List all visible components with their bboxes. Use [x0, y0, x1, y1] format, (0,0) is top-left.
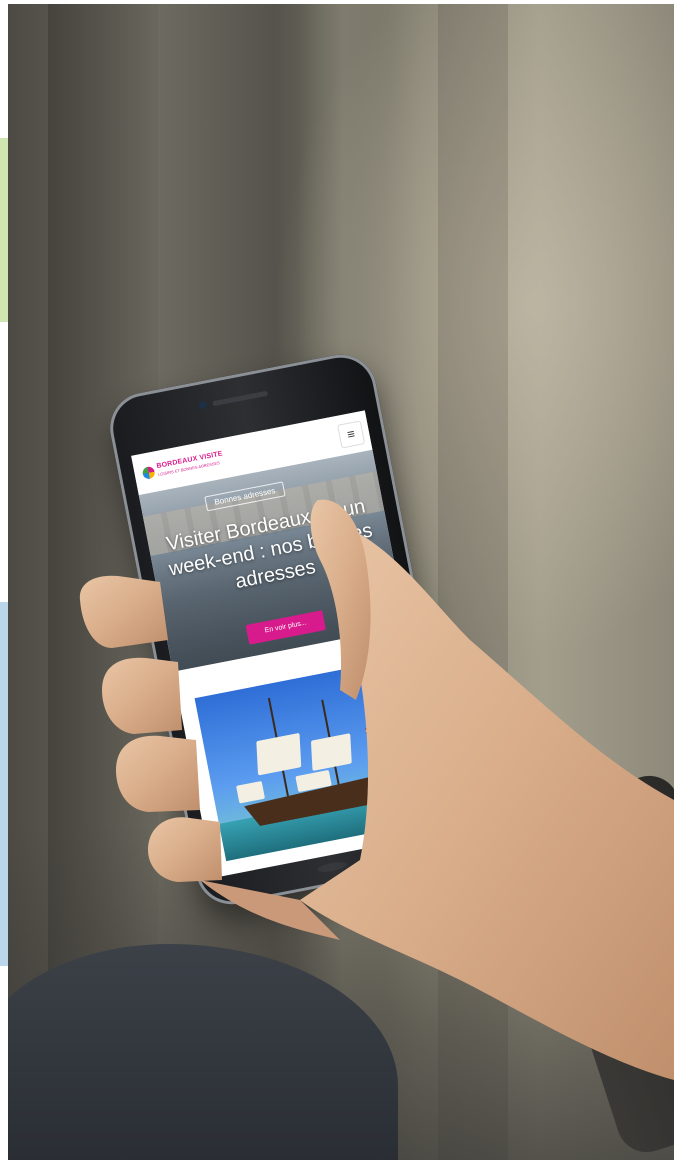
see-more-button[interactable]: En voir plus... — [245, 610, 326, 645]
logo-mark-icon — [141, 465, 156, 480]
phone-bottom-bezel — [316, 860, 348, 874]
front-camera-icon — [198, 400, 208, 410]
site-logo[interactable]: BORDEAUX VISITE LOISIRS ET BONNES ADRESS… — [141, 449, 223, 484]
hamburger-menu-icon[interactable]: ≡ — [337, 420, 366, 449]
ship-sail — [256, 732, 302, 776]
side-stripe-blue — [0, 602, 8, 966]
side-stripe-green — [0, 138, 8, 322]
flag-icon — [365, 726, 377, 735]
ship-sail — [236, 780, 266, 804]
speaker-grille — [212, 390, 269, 407]
ship-sail — [310, 733, 352, 772]
